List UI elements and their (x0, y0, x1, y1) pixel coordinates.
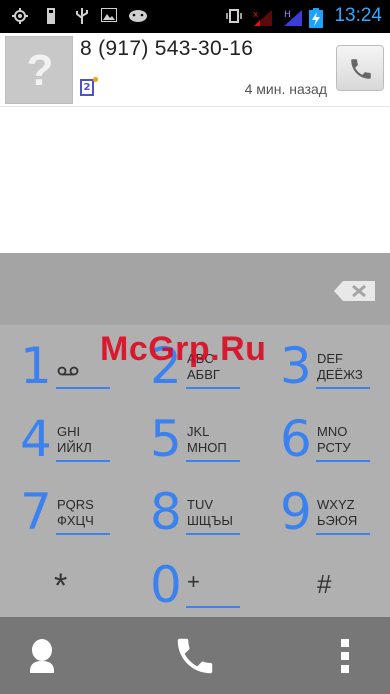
key-letters-latin: DEF (317, 351, 343, 366)
key-symbol: # (317, 569, 332, 599)
backspace-icon (334, 281, 375, 301)
key-digit: 3 (280, 337, 312, 395)
key-letters-cyrillic: АБВГ (187, 367, 220, 382)
phone-icon (351, 59, 371, 79)
key-underline (56, 533, 110, 535)
key-underline (56, 460, 110, 462)
status-time: 13:24 (334, 5, 382, 26)
key-letters-cyrillic: ИЙКЛ (57, 440, 92, 455)
key-7[interactable]: 7 PQRS ФХЦЧ (0, 476, 130, 549)
key-4[interactable]: 4 GHI ИЙКЛ (0, 403, 130, 476)
voicemail-icon (57, 366, 79, 376)
key-3[interactable]: 3 DEF ДЕЁЖЗ (260, 330, 390, 403)
key-letters-cyrillic: РСТУ (317, 440, 351, 455)
bottom-action-bar (0, 617, 390, 694)
key-8[interactable]: 8 TUV ШЩЪЫ (130, 476, 260, 549)
svg-text:H: H (284, 10, 291, 20)
unknown-contact-icon: ? (26, 46, 54, 95)
svg-text:x: x (253, 10, 259, 20)
key-letters-latin: GHI (57, 424, 81, 439)
key-digit: 8 (150, 483, 182, 541)
call-log-entry[interactable]: ? 8 (917) 543-30-16 2 4 мин. назад (0, 33, 390, 107)
key-underline (186, 387, 240, 389)
key-letters-cyrillic: ДЕЁЖЗ (317, 367, 363, 382)
key-letters-latin: TUV (187, 497, 213, 512)
key-underline (316, 387, 370, 389)
key-digit: 7 (20, 483, 52, 541)
key-digit: 5 (150, 410, 182, 468)
key-9[interactable]: 9 WXYZ ЬЭЮЯ (260, 476, 390, 549)
key-letters-latin: WXYZ (317, 497, 355, 512)
key-underline (56, 387, 110, 389)
call-time: 4 мин. назад (244, 81, 327, 97)
contact-icon (30, 639, 54, 673)
overflow-menu-icon (341, 639, 349, 673)
key-letters-cyrillic: ФХЦЧ (57, 513, 94, 528)
caller-number: 8 (917) 543-30-16 (80, 37, 254, 60)
backspace-button[interactable] (333, 280, 377, 302)
key-symbol: * (54, 567, 68, 605)
call-back-button[interactable] (336, 45, 384, 91)
key-digit: 9 (280, 483, 312, 541)
contacts-button[interactable] (0, 617, 130, 694)
sim-icon: 2 (80, 79, 94, 96)
signal-icon: x (252, 8, 274, 26)
key-underline (316, 533, 370, 535)
vibrate-icon (226, 8, 242, 24)
digits-bar (0, 253, 390, 325)
key-plus: + (187, 569, 200, 594)
status-bar: x H 13:24 (0, 0, 390, 33)
menu-button[interactable] (260, 617, 390, 694)
key-0[interactable]: 0 + (130, 549, 260, 622)
android-icon (128, 8, 148, 24)
phone-icon (177, 638, 213, 674)
key-star[interactable]: * (0, 549, 130, 622)
key-5[interactable]: 5 JKL МНОП (130, 403, 260, 476)
key-letters-cyrillic: МНОП (187, 440, 227, 455)
key-letters-cyrillic: ЬЭЮЯ (317, 513, 358, 528)
key-hash[interactable]: # (260, 549, 390, 622)
key-digit: 1 (20, 337, 52, 395)
image-icon (100, 7, 118, 24)
dial-call-button[interactable] (130, 617, 260, 694)
key-digit: 0 (150, 556, 182, 614)
call-log: ? 8 (917) 543-30-16 2 4 мин. назад (0, 33, 390, 253)
key-underline (186, 533, 240, 535)
key-letters-latin: JKL (187, 424, 210, 439)
key-letters-latin: MNO (317, 424, 348, 439)
battery-charging-icon (309, 8, 323, 28)
sim-status-dot (93, 77, 98, 82)
gps-icon (12, 8, 28, 24)
key-letters-latin: PQRS (57, 497, 94, 512)
key-underline (186, 606, 240, 608)
key-digit: 6 (280, 410, 312, 468)
key-underline (316, 460, 370, 462)
sd-card-icon (43, 8, 59, 24)
key-6[interactable]: 6 MNO РСТУ (260, 403, 390, 476)
usb-icon (74, 8, 90, 24)
key-digit: 4 (20, 410, 52, 468)
key-letters-cyrillic: ШЩЪЫ (187, 513, 233, 528)
contact-avatar[interactable]: ? (5, 36, 73, 104)
key-underline (186, 460, 240, 462)
signal-icon: H (282, 8, 304, 26)
watermark: McGrp.Ru (100, 330, 267, 368)
